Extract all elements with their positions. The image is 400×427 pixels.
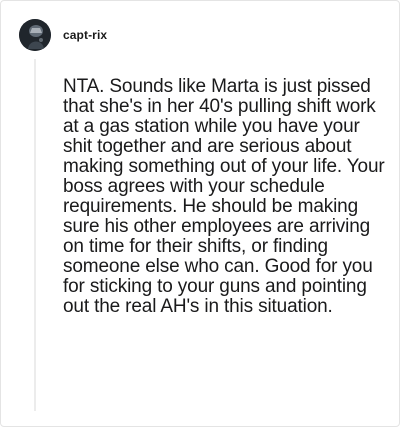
comment-body: NTA. Sounds like Marta is just pissed th… — [63, 76, 385, 317]
thread-line[interactable] — [34, 59, 36, 411]
avatar[interactable] — [19, 19, 51, 51]
avatar-icon — [19, 19, 51, 51]
comment-header: capt-rix — [19, 17, 107, 53]
username[interactable]: capt-rix — [63, 28, 107, 42]
comment-card: capt-rix NTA. Sounds like Marta is just … — [0, 0, 400, 427]
